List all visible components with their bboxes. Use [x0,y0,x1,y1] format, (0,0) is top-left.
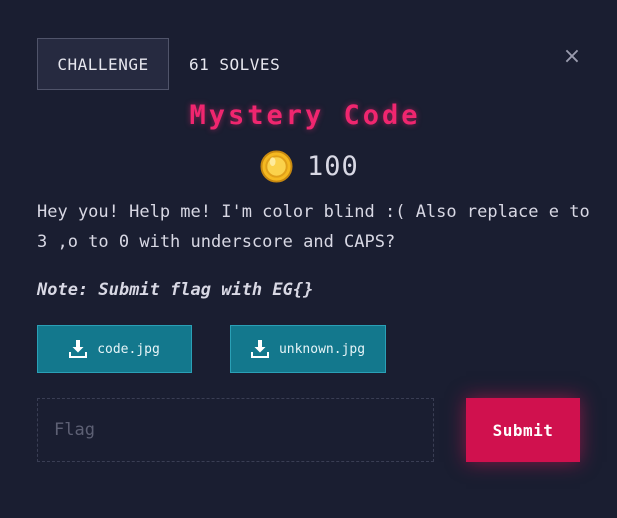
download-unknown-jpg-button[interactable]: unknown.jpg [230,325,386,373]
challenge-modal: CHALLENGE 61 SOLVES × Mystery Code 100 H… [0,0,617,518]
download-code-jpg-button[interactable]: code.jpg [37,325,192,373]
tab-challenge[interactable]: CHALLENGE [37,38,169,90]
challenge-description: Hey you! Help me! I'm color blind :( Als… [37,202,590,252]
download-icon [69,340,88,358]
file-name: code.jpg [97,341,160,357]
tab-solves[interactable]: 61 SOLVES [189,38,280,90]
challenge-title: Mystery Code [189,100,421,131]
points-value: 100 [307,150,359,182]
submit-button[interactable]: Submit [466,398,580,462]
flag-input[interactable] [37,398,434,462]
coin-icon [260,149,293,183]
close-icon[interactable]: × [560,44,584,69]
file-name: unknown.jpg [278,341,366,357]
points-row: 100 [260,148,359,184]
challenge-note: Note: Submit flag with EG{} [37,280,314,300]
download-icon [250,340,269,358]
